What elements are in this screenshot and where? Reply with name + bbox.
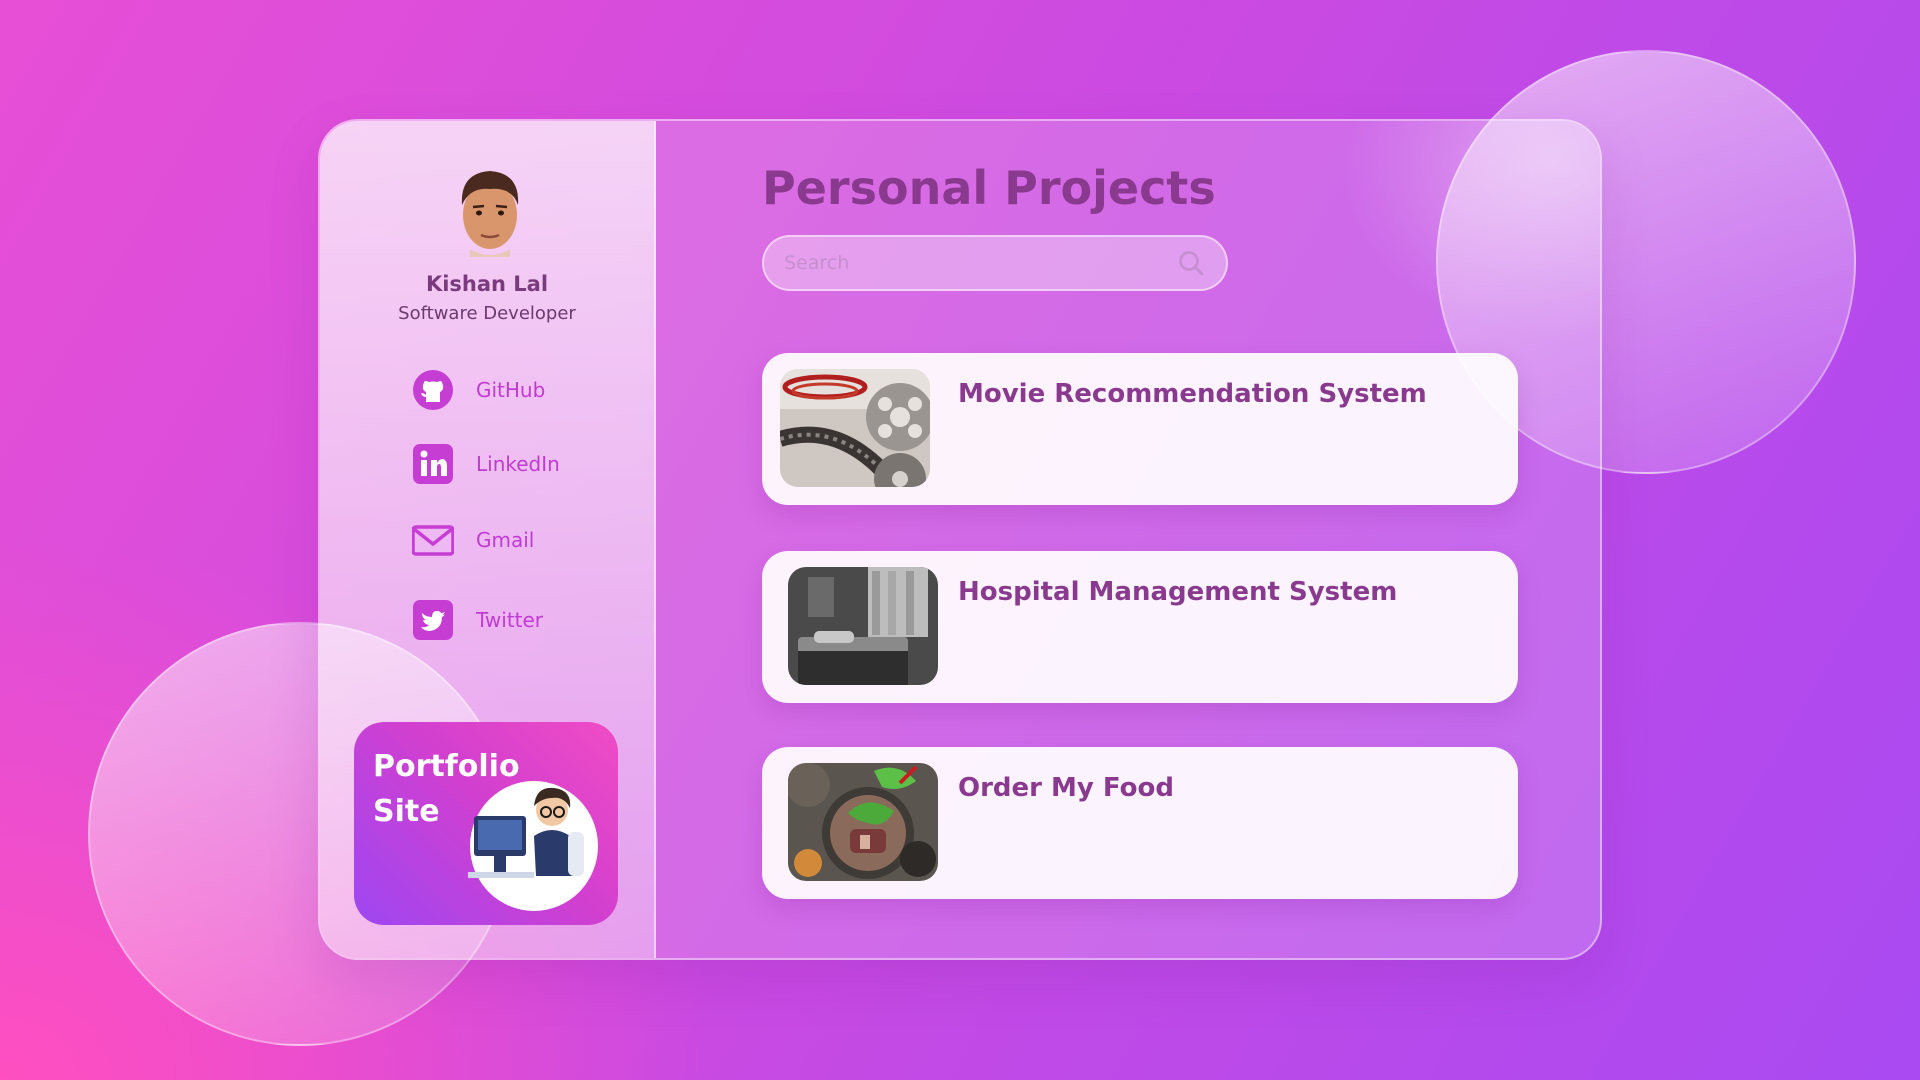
glass-card: Kishan Lal Software Developer GitHub Lin… [318,119,1602,960]
portfolio-site-card[interactable]: Portfolio Site [354,722,618,925]
search-icon[interactable] [1176,248,1206,278]
page-title: Personal Projects [762,161,1216,215]
twitter-link[interactable]: Twitter [412,599,543,641]
gmail-link[interactable]: Gmail [412,519,534,561]
avatar [461,171,519,257]
github-link[interactable]: GitHub [412,369,545,411]
hospital-room-photo [788,567,938,685]
film-reel-photo [780,369,930,487]
project-card-food[interactable]: Order My Food [762,747,1518,899]
search-input[interactable] [784,252,1176,274]
profile-name: Kishan Lal [425,272,549,296]
sidebar: Kishan Lal Software Developer GitHub Lin… [320,121,656,958]
search-bar [762,235,1228,291]
linkedin-link[interactable]: LinkedIn [412,443,560,485]
linkedin-label: LinkedIn [476,452,560,476]
project-card-hospital[interactable]: Hospital Management System [762,551,1518,703]
linkedin-icon [412,443,454,485]
developer-illustration [468,781,598,911]
main-panel: Personal Projects Search Movie Recommend… [656,121,1600,958]
gmail-icon [412,519,454,561]
github-label: GitHub [476,378,546,402]
food-plate-photo [788,763,938,881]
gmail-label: Gmail [476,528,535,552]
background: Kishan Lal Software Developer GitHub Lin… [0,0,1920,1080]
project-title: Order My Food [958,773,1174,803]
project-title: Hospital Management System [958,577,1398,607]
github-icon [412,369,454,411]
project-title: Movie Recommendation System [958,379,1427,409]
twitter-label: Twitter [476,608,544,632]
twitter-icon [412,599,454,641]
profile-role: Software Developer [398,303,576,324]
project-card-movie[interactable]: Movie Recommendation System [762,353,1518,505]
